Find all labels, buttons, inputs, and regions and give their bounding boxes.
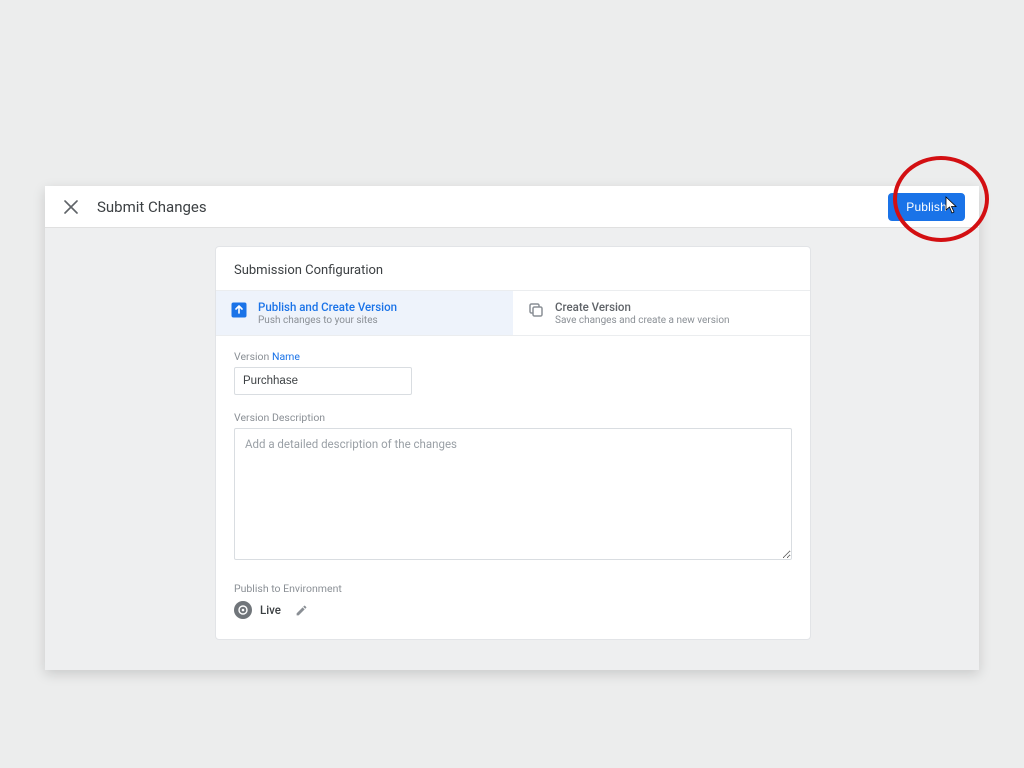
version-name-input[interactable] [234, 367, 412, 395]
version-name-label: Version Name [234, 350, 792, 363]
upload-icon [230, 301, 248, 319]
option-create-version[interactable]: Create Version Save changes and create a… [513, 291, 810, 335]
close-icon[interactable] [59, 195, 83, 219]
edit-environment-icon[interactable] [295, 604, 308, 617]
dialog-title: Submit Changes [97, 198, 207, 216]
copy-icon [527, 301, 545, 319]
publish-environment-label: Publish to Environment [234, 582, 792, 595]
environment-status-icon [234, 601, 252, 619]
submission-config-title: Submission Configuration [216, 247, 810, 290]
publish-button[interactable]: Publish [888, 193, 965, 221]
option-subtitle: Save changes and create a new version [555, 315, 730, 326]
version-description-label: Version Description [234, 411, 792, 424]
submission-options: Publish and Create Version Push changes … [216, 290, 810, 336]
dialog-header: Submit Changes Publish [45, 186, 979, 228]
option-title: Create Version [555, 300, 730, 314]
submit-changes-dialog: Submit Changes Publish Submission Config… [45, 186, 979, 670]
option-title: Publish and Create Version [258, 300, 397, 314]
environment-name: Live [260, 603, 281, 617]
option-publish-and-create-version[interactable]: Publish and Create Version Push changes … [216, 291, 513, 335]
environment-row: Live [234, 601, 792, 619]
submission-card: Submission Configuration Publish and Cre… [215, 246, 811, 640]
version-description-input[interactable] [234, 428, 792, 560]
option-subtitle: Push changes to your sites [258, 315, 397, 326]
